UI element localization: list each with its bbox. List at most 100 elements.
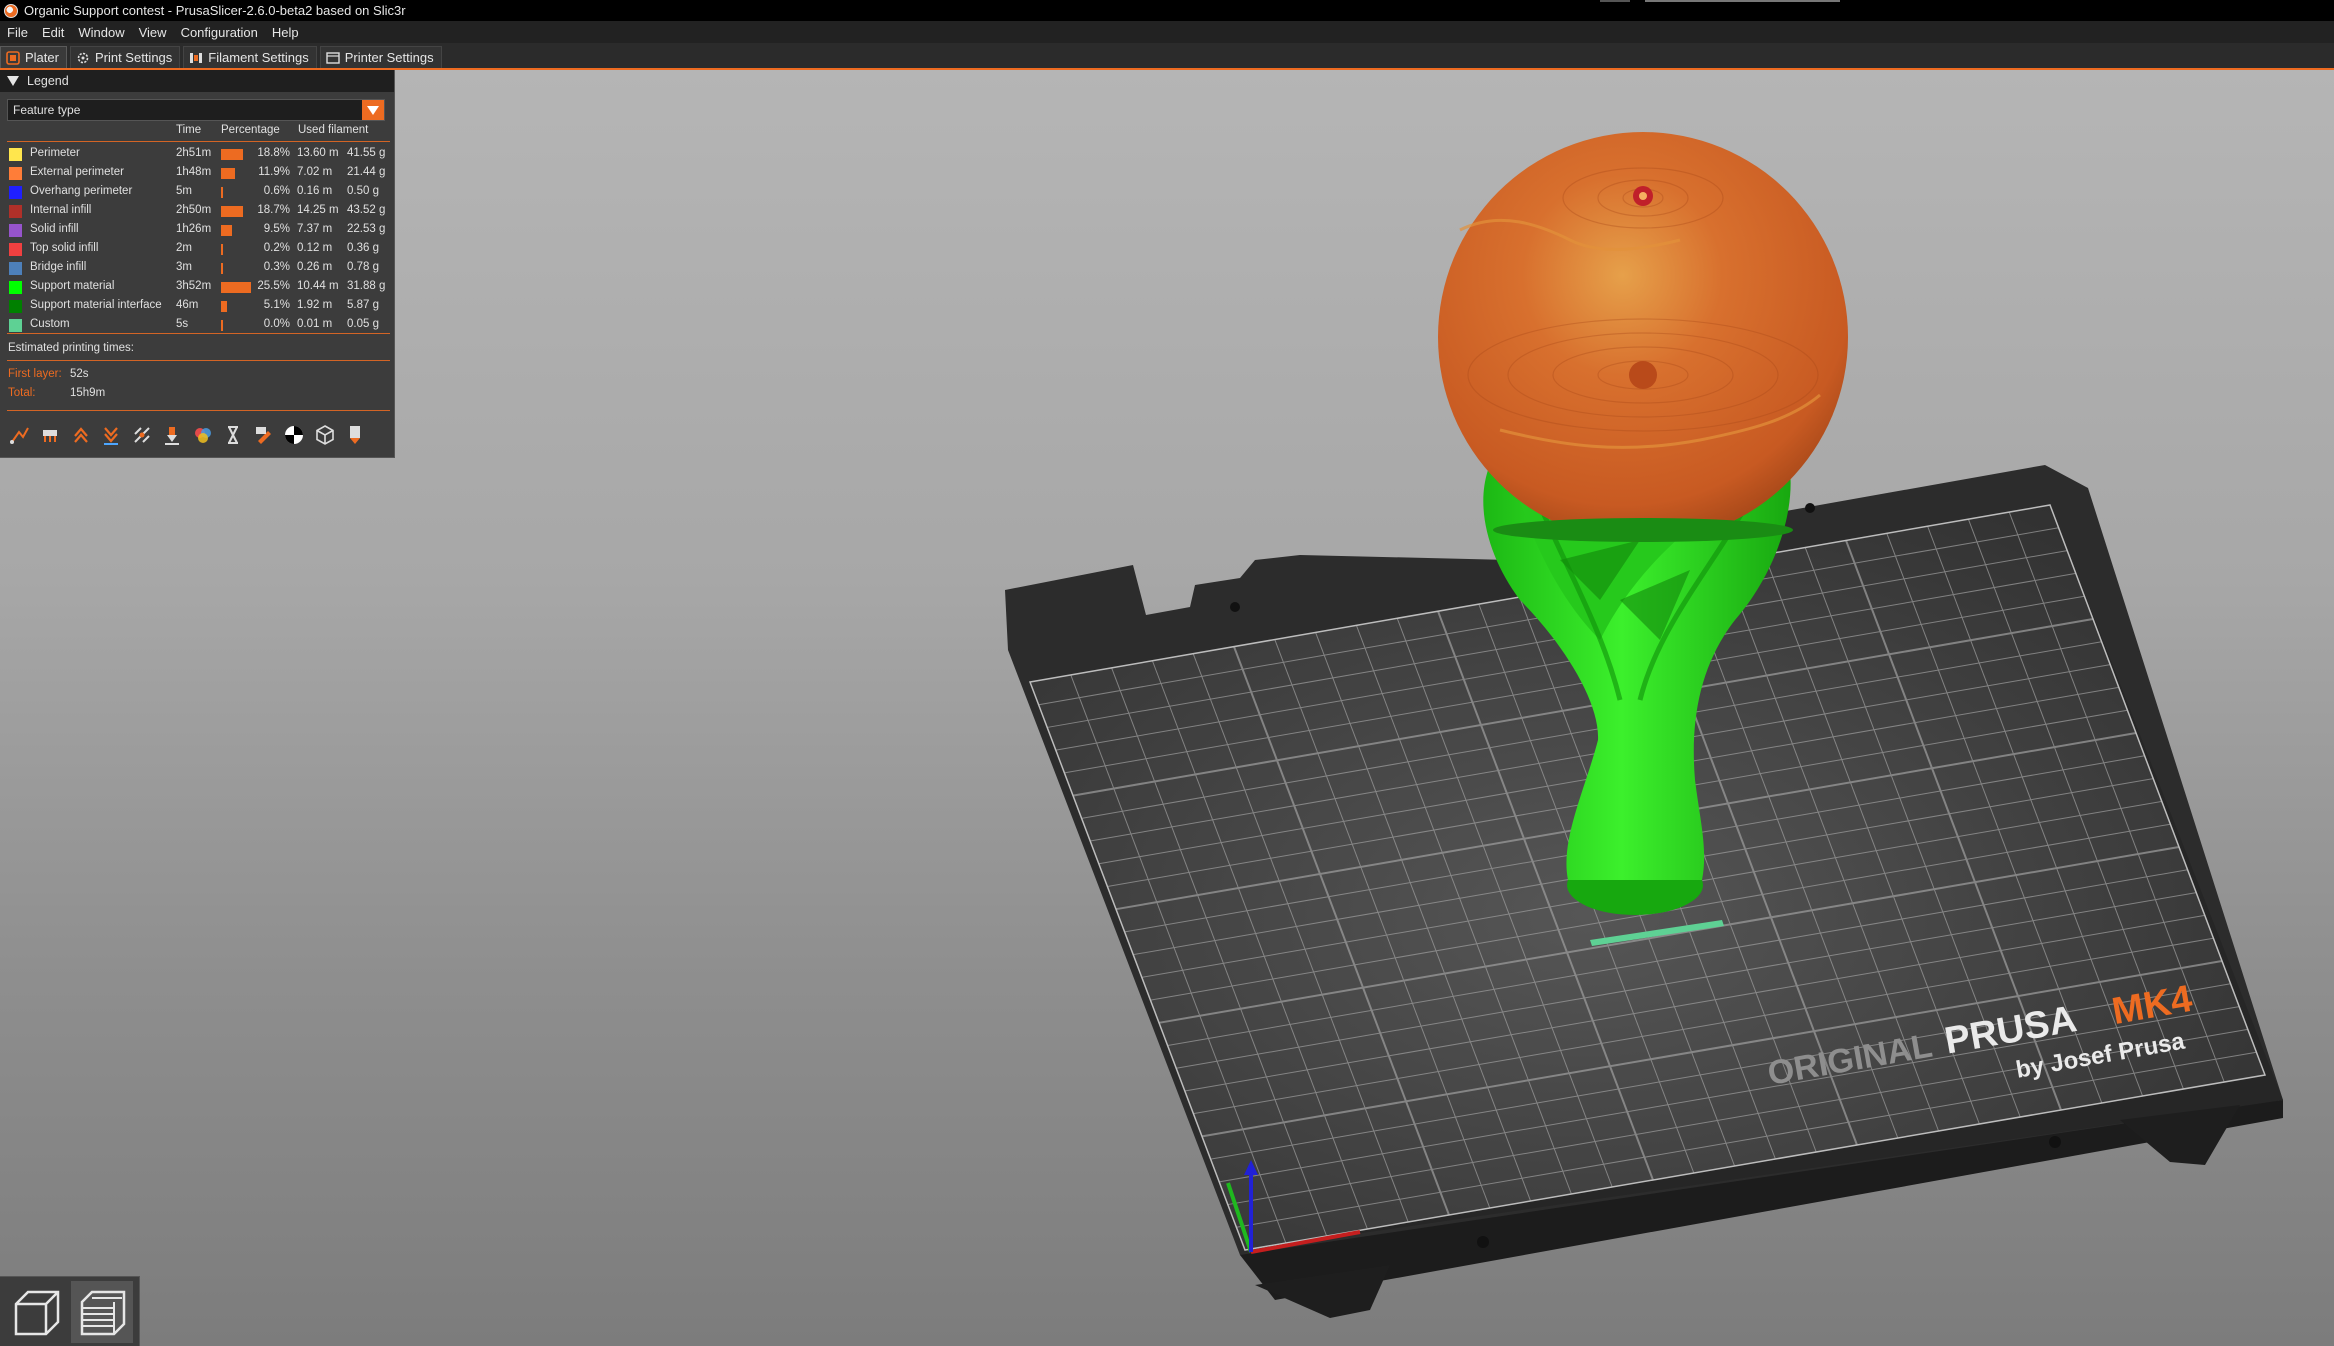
legend-row-label: Support material xyxy=(30,280,115,292)
legend-row-time: 1h48m xyxy=(176,166,212,178)
legend-row-time: 2h51m xyxy=(176,147,212,159)
3d-view-button[interactable] xyxy=(5,1281,67,1343)
legend-row-percentage: 9.5% xyxy=(263,223,290,235)
legend-row-length: 7.02 m xyxy=(297,166,333,178)
legend-row-length: 14.25 m xyxy=(297,204,339,216)
legend-separator xyxy=(7,410,390,411)
legend-row-label: Bridge infill xyxy=(30,261,87,273)
tab-filament-settings-label: Filament Settings xyxy=(208,50,309,65)
travel-icon[interactable] xyxy=(7,423,32,448)
tab-filament-settings[interactable]: Filament Settings xyxy=(183,46,317,68)
legend-color-swatch xyxy=(9,224,22,237)
legend-row-percentage: 5.1% xyxy=(263,299,290,311)
window-control-placeholder-2[interactable] xyxy=(1645,0,1840,2)
legend-color-swatch xyxy=(9,243,22,256)
legend-row[interactable]: Bridge infill 3m 0.3% 0.26 m 0.78 g xyxy=(0,259,395,278)
estimated-times-title: Estimated printing times: xyxy=(8,342,134,354)
legend-row-time: 5s xyxy=(176,318,189,330)
legend-row-weight: 0.05 g xyxy=(347,318,379,330)
menu-edit[interactable]: Edit xyxy=(35,25,71,40)
legend-row-percent-bar xyxy=(221,149,243,160)
legend-row[interactable]: Overhang perimeter 5m 0.6% 0.16 m 0.50 g xyxy=(0,183,395,202)
legend-row-percent-bar xyxy=(221,168,235,179)
tab-print-settings[interactable]: Print Settings xyxy=(69,46,181,68)
legend-row-length: 0.01 m xyxy=(297,318,333,330)
prusaslicer-app-icon xyxy=(4,3,18,18)
legend-row[interactable]: Support material 3h52m 25.5% 10.44 m 31.88 g xyxy=(0,278,395,297)
legend-row-time: 5m xyxy=(176,185,192,197)
legend-separator xyxy=(7,333,390,334)
legend-row-percentage: 18.7% xyxy=(257,204,290,216)
legend-separator xyxy=(7,360,390,361)
tab-printer-settings[interactable]: Printer Settings xyxy=(319,46,442,68)
tab-plater[interactable]: Plater xyxy=(0,46,67,68)
legend-header[interactable]: Legend xyxy=(0,70,394,92)
legend-row[interactable]: Top solid infill 2m 0.2% 0.12 m 0.36 g xyxy=(0,240,395,259)
column-time: Time xyxy=(176,124,202,136)
custom-gcodes-icon[interactable] xyxy=(251,423,276,448)
legend-row-percent-bar xyxy=(221,282,251,293)
legend-row[interactable]: Perimeter 2h51m 18.8% 13.60 m 41.55 g xyxy=(0,145,395,164)
legend-row-label: Perimeter xyxy=(30,147,80,159)
legend-color-swatch xyxy=(9,262,22,275)
view-type-select[interactable]: Feature type xyxy=(7,99,385,121)
legend-row[interactable]: External perimeter 1h48m 11.9% 7.02 m 21.44 … xyxy=(0,164,395,183)
legend-row-percent-bar xyxy=(221,244,223,255)
shells-icon[interactable] xyxy=(312,423,337,448)
legend-row-time: 2m xyxy=(176,242,192,254)
legend-row-percent-bar xyxy=(221,225,232,236)
legend-row-length: 7.37 m xyxy=(297,223,333,235)
legend-row[interactable]: Solid infill 1h26m 9.5% 7.37 m 22.53 g xyxy=(0,221,395,240)
filament-settings-icon xyxy=(190,52,203,63)
legend-color-swatch xyxy=(9,281,22,294)
menu-configuration[interactable]: Configuration xyxy=(174,25,265,40)
legend-row[interactable]: Internal infill 2h50m 18.7% 14.25 m 43.52 g xyxy=(0,202,395,221)
legend-row-weight: 5.87 g xyxy=(347,299,379,311)
legend-row-percent-bar xyxy=(221,320,223,331)
legend-row-label: Solid infill xyxy=(30,223,79,235)
legend-row-weight: 21.44 g xyxy=(347,166,386,178)
menu-window[interactable]: Window xyxy=(71,25,131,40)
legend-row-label: External perimeter xyxy=(30,166,124,178)
legend-color-swatch xyxy=(9,186,22,199)
retractions-icon[interactable] xyxy=(68,423,93,448)
color-changes-icon[interactable] xyxy=(190,423,215,448)
legend-row-percent-bar xyxy=(221,263,223,274)
menu-view[interactable]: View xyxy=(132,25,174,40)
legend-row-percent-bar xyxy=(221,187,223,198)
center-of-gravity-icon[interactable] xyxy=(282,423,307,448)
view-mode-toolbar xyxy=(0,1276,140,1346)
legend-color-swatch xyxy=(9,167,22,180)
legend-row-weight: 31.88 g xyxy=(347,280,386,292)
legend-row-percentage: 0.3% xyxy=(263,261,290,273)
deretractions-icon[interactable] xyxy=(99,423,124,448)
legend-row-percentage: 0.0% xyxy=(263,318,290,330)
total-value: 15h9m xyxy=(70,387,106,399)
preview-button[interactable] xyxy=(71,1280,133,1343)
seams-icon[interactable] xyxy=(129,423,154,448)
tab-plater-label: Plater xyxy=(25,50,59,65)
legend-color-swatch xyxy=(9,300,22,313)
menu-help[interactable]: Help xyxy=(265,25,306,40)
pause-prints-icon[interactable] xyxy=(221,423,246,448)
menu-file[interactable]: File xyxy=(0,25,35,40)
tool-changes-icon[interactable] xyxy=(160,423,185,448)
wipe-icon[interactable] xyxy=(38,423,63,448)
legend-color-swatch xyxy=(9,148,22,161)
legend-panel: Legend Feature type Time Percentage Used… xyxy=(0,70,395,458)
legend-row-percentage: 0.2% xyxy=(263,242,290,254)
legend-row-label: Overhang perimeter xyxy=(30,185,133,197)
legend-row-percentage: 11.9% xyxy=(258,166,290,178)
view-type-value: Feature type xyxy=(13,103,81,117)
print-settings-icon xyxy=(77,52,89,63)
tool-marker-icon[interactable] xyxy=(343,423,368,448)
window-control-placeholder[interactable] xyxy=(1600,0,1630,2)
first-layer-value: 52s xyxy=(70,368,89,380)
legend-row[interactable]: Support material interface 46m 5.1% 1.92 m 5… xyxy=(0,297,395,316)
legend-row-time: 3h52m xyxy=(176,280,212,292)
legend-row-label: Support material interface xyxy=(30,299,162,311)
dropdown-arrow-icon[interactable] xyxy=(362,100,384,120)
legend-title: Legend xyxy=(27,74,69,88)
collapse-triangle-icon[interactable] xyxy=(7,76,19,86)
3d-view-icon xyxy=(14,1290,60,1335)
